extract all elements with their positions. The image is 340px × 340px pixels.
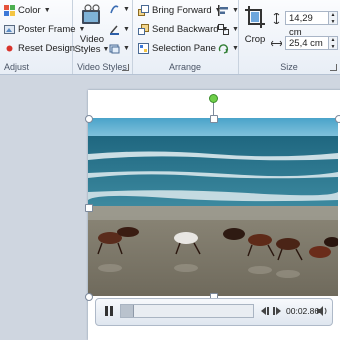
size-group: Crop 14,29 cm ▲ ▼ 25,4 cm ▲ ▼ Size — [238, 0, 340, 74]
align-icon — [218, 5, 228, 16]
media-controls: 00:02.86 — [95, 298, 333, 326]
size-group-label: Size — [280, 62, 298, 72]
selection-pane-button[interactable]: Selection Pane — [138, 43, 216, 54]
selection-pane-label: Selection Pane — [152, 43, 216, 54]
send-backward-button[interactable]: Send Backward ▼ — [138, 24, 228, 35]
progress-bar[interactable] — [120, 304, 254, 318]
step-back-button[interactable] — [260, 306, 270, 316]
reset-design-label: Reset Design — [18, 43, 76, 54]
video-styles-group: Video Styles ▼ ▼ ▼ ▼ Video Styles — [72, 0, 133, 74]
color-label: Color — [18, 5, 41, 16]
resize-handle-bottom-left[interactable] — [85, 293, 93, 301]
pause-icon — [105, 306, 113, 316]
chevron-down-icon: ▼ — [43, 7, 51, 14]
video-styles-icon — [82, 4, 100, 24]
video-shape-button[interactable]: ▼ — [109, 4, 130, 15]
crop-label: Crop — [244, 34, 266, 45]
bring-forward-button[interactable]: Bring Forward ▼ — [138, 5, 222, 16]
resize-handle-top-left[interactable] — [85, 115, 93, 123]
ribbon: Color ▼ Poster Frame ▼ Reset Design Adju… — [0, 0, 340, 75]
pause-button[interactable] — [102, 304, 116, 318]
adjust-group-label: Adjust — [4, 62, 30, 72]
video-effects-icon — [109, 44, 120, 54]
pen-icon — [110, 25, 119, 35]
poster-frame-icon — [4, 25, 15, 34]
height-spinner[interactable]: 14,29 cm ▲ ▼ — [271, 11, 338, 38]
bring-forward-label: Bring Forward — [152, 5, 212, 16]
width-spinner[interactable]: 25,4 cm ▲ ▼ — [271, 36, 338, 50]
resize-handle-top[interactable] — [210, 115, 218, 123]
volume-button[interactable] — [316, 305, 328, 317]
video-border-button[interactable]: ▼ — [109, 24, 130, 35]
reset-design-button[interactable]: Reset Design — [4, 43, 75, 54]
arrange-group: Bring Forward ▼ Send Backward ▼ Selectio… — [132, 0, 239, 74]
resize-handle-left[interactable] — [85, 204, 93, 212]
video-poster-image — [88, 118, 338, 296]
arrange-group-label: Arrange — [168, 62, 202, 72]
height-icon — [273, 12, 280, 24]
color-icon — [4, 5, 15, 16]
rotate-icon — [218, 44, 229, 54]
send-backward-label: Send Backward — [152, 24, 219, 35]
crop-button[interactable]: Crop — [242, 4, 268, 45]
video-effects-button[interactable]: ▼ — [109, 43, 130, 54]
width-stepper[interactable]: ▲ ▼ — [329, 36, 338, 50]
volume-icon — [317, 306, 327, 316]
video-frame[interactable] — [88, 118, 338, 296]
adjust-group: Color ▼ Poster Frame ▼ Reset Design Adju… — [0, 0, 85, 74]
height-input[interactable]: 14,29 cm — [285, 11, 329, 38]
width-input[interactable]: 25,4 cm — [285, 36, 329, 50]
chevron-down-icon: ▼ — [123, 26, 130, 33]
video-styles-label-2-text: Styles — [74, 44, 101, 55]
selection-pane-icon — [138, 43, 149, 54]
group-button[interactable]: ▼ — [218, 24, 239, 35]
dialog-launcher-icon[interactable] — [122, 64, 129, 71]
rotate-button[interactable]: ▼ — [218, 43, 239, 54]
step-forward-icon — [273, 307, 281, 315]
playhead[interactable] — [121, 305, 134, 317]
align-button[interactable]: ▼ — [218, 5, 239, 16]
time-display: 00:02.86 — [286, 306, 320, 316]
poster-frame-label: Poster Frame — [18, 24, 76, 35]
reset-design-icon — [6, 45, 13, 52]
bring-forward-icon — [138, 5, 149, 16]
video-styles-button[interactable]: Video Styles ▼ — [74, 4, 110, 55]
video-styles-label-2: Styles ▼ — [74, 44, 110, 55]
chevron-down-icon: ▼ — [123, 6, 130, 13]
height-stepper[interactable]: ▲ ▼ — [329, 11, 338, 25]
crop-icon — [245, 6, 265, 28]
step-back-icon — [261, 307, 269, 315]
group-icon — [218, 24, 229, 35]
color-button[interactable]: Color ▼ — [4, 5, 51, 16]
resize-handle-top-right[interactable] — [335, 115, 340, 123]
video-shape-icon — [110, 5, 119, 14]
rotation-handle[interactable] — [209, 94, 218, 103]
dialog-launcher-icon[interactable] — [330, 64, 337, 71]
chevron-down-icon: ▼ — [123, 45, 130, 52]
step-forward-button[interactable] — [272, 306, 282, 316]
width-icon — [271, 40, 282, 46]
send-backward-icon — [138, 24, 149, 35]
